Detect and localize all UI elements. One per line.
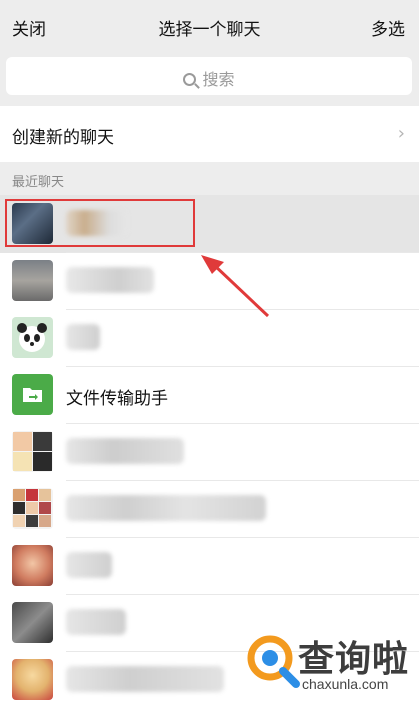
pointer-arrow-icon — [201, 255, 270, 318]
watermark-url: chaxunla.com — [302, 676, 389, 692]
watermark-title: 查询啦 — [298, 639, 410, 680]
watermark-logo-icon — [247, 635, 300, 688]
watermark: 查询啦 chaxunla.com — [246, 630, 416, 700]
